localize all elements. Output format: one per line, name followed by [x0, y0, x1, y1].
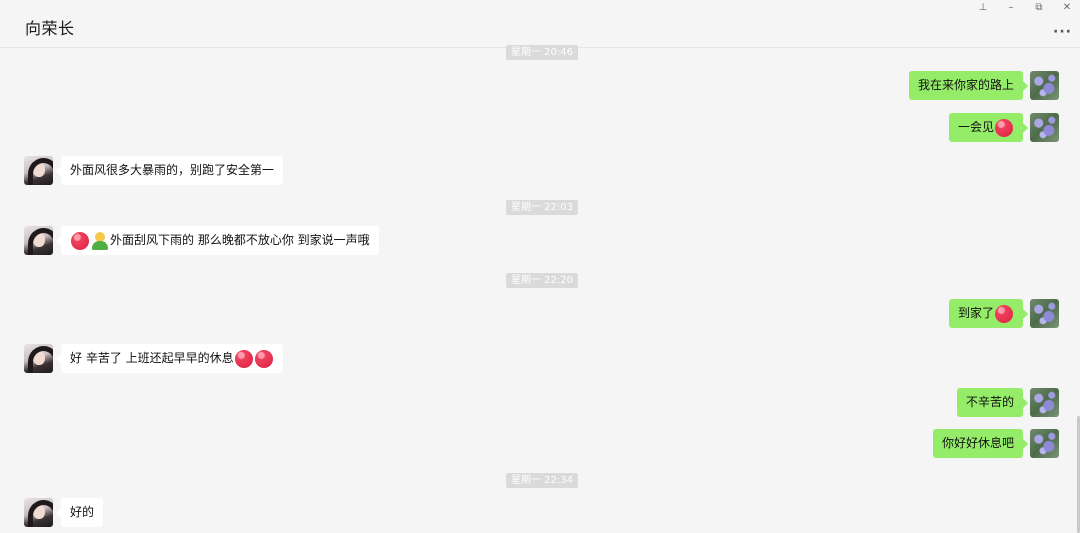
- self-avatar[interactable]: [1030, 388, 1059, 417]
- message-text: 我在来你家的路上: [917, 78, 1014, 92]
- contact-avatar[interactable]: [24, 344, 53, 373]
- message-text: 好 辛苦了 上班还起早早的休息: [70, 351, 234, 365]
- heart-emoji: [234, 349, 253, 368]
- more-dots-icon[interactable]: ···: [1053, 24, 1072, 40]
- message-text: 好的: [70, 505, 95, 519]
- timestamp: 星期一 22:34: [506, 473, 578, 488]
- message-bubble-out[interactable]: 不辛苦的: [956, 388, 1029, 417]
- contact-avatar[interactable]: [24, 226, 53, 255]
- message-bubble-in[interactable]: 好的: [55, 498, 104, 527]
- message-text: 你好好休息吧: [941, 436, 1014, 450]
- timestamp: 星期一 22:20: [506, 273, 578, 288]
- self-avatar[interactable]: [1030, 299, 1059, 328]
- contact-avatar[interactable]: [24, 156, 53, 185]
- timestamp: 星期一 22:03: [506, 200, 578, 215]
- heart-emoji: [71, 231, 89, 250]
- message-bubble-out[interactable]: 你好好休息吧: [932, 429, 1029, 458]
- chat-header: 向荣长 ⊥ – ⧉ ✕ ···: [0, 0, 1080, 48]
- pin-icon[interactable]: ⊥: [976, 1, 990, 15]
- chat-title: 向荣长: [25, 19, 75, 38]
- message-bubble-in[interactable]: 外面风很多大暴雨的，别跑了安全第一: [55, 156, 284, 185]
- heart-emoji: [254, 349, 273, 368]
- self-avatar[interactable]: [1030, 113, 1059, 142]
- person-emoji: [91, 231, 109, 250]
- message-bubble-in[interactable]: 好 辛苦了 上班还起早早的休息: [56, 344, 283, 373]
- heart-emoji: [995, 304, 1013, 323]
- message-text: 不辛苦的: [965, 395, 1014, 409]
- message-bubble-out[interactable]: 我在来你家的路上: [908, 71, 1029, 100]
- window-controls: ⊥ – ⧉ ✕: [976, 1, 1074, 15]
- minimize-icon[interactable]: –: [1004, 1, 1018, 15]
- heart-emoji: [995, 118, 1013, 137]
- message-text: 到家了: [957, 306, 994, 320]
- close-icon[interactable]: ✕: [1060, 1, 1074, 15]
- self-avatar[interactable]: [1030, 71, 1059, 100]
- message-text: 外面风很多大暴雨的，别跑了安全第一: [70, 163, 275, 177]
- contact-avatar[interactable]: [24, 498, 53, 527]
- timestamp: 星期一 20:46: [506, 45, 578, 60]
- message-bubble-out[interactable]: 到家了: [948, 299, 1029, 328]
- message-bubble-out[interactable]: 一会见: [948, 113, 1029, 142]
- self-avatar[interactable]: [1030, 429, 1059, 458]
- message-text: 外面刮风下雨的 那么晚都不放心你 到家说一声哦: [110, 233, 370, 247]
- message-bubble-in[interactable]: 外面刮风下雨的 那么晚都不放心你 到家说一声哦: [56, 226, 379, 255]
- chat-window: 向荣长 ⊥ – ⧉ ✕ ··· 星期一 20:46 我在来你家的路上 一会见 外…: [0, 0, 1080, 533]
- message-text: 一会见: [957, 120, 994, 134]
- restore-icon[interactable]: ⧉: [1032, 1, 1046, 15]
